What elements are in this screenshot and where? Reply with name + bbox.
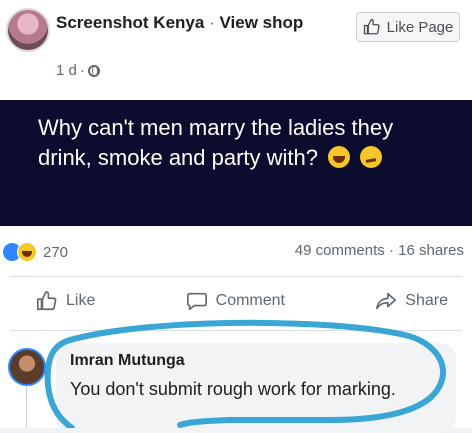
commenter-name[interactable]: Imran Mutunga [70,352,185,370]
post-card: Screenshot Kenya · View shop 1 d · Like … [0,0,472,433]
like-page-button[interactable]: Like Page [356,12,460,42]
like-page-label: Like Page [386,18,454,36]
view-shop-link[interactable]: View shop [219,13,303,32]
post-header: Screenshot Kenya · View shop [56,12,346,34]
thread-line [26,386,27,428]
post-stats: 49 comments · 16 shares [295,242,464,259]
reactions-summary[interactable]: 270 [2,242,68,262]
comment-label: Comment [215,292,285,309]
meta-separator: · [79,62,85,79]
share-icon [376,292,397,310]
thinking-face-icon [360,146,383,168]
divider-bottom [10,330,462,331]
post-time[interactable]: 1 d [56,62,77,79]
stats-separator: · [388,242,394,259]
haha-reaction-icon [17,242,37,262]
share-button[interactable]: Share [375,290,448,312]
reaction-count: 270 [43,243,69,261]
divider-top [10,276,462,277]
post-meta: 1 d · [56,62,100,79]
thumbs-up-icon [363,18,380,35]
share-label: Share [405,292,448,309]
globe-icon [87,64,100,77]
laughing-face-icon [328,146,351,168]
thumbs-up-icon [37,291,57,311]
commenter-avatar[interactable] [8,348,46,386]
comments-count-link[interactable]: 49 comments [295,242,385,259]
shares-count-link[interactable]: 16 shares [398,242,464,259]
page-avatar[interactable] [6,8,50,52]
post-body: Why can't men marry the ladies they drin… [38,113,448,173]
comment-text: You don't submit rough work for marking. [70,379,396,399]
comment-icon [186,292,207,311]
like-button[interactable]: Like [36,290,95,312]
comment-button[interactable]: Comment [186,290,285,312]
action-bar: Like Comment Share [0,290,472,312]
page-name-link[interactable]: Screenshot Kenya [56,13,204,32]
like-label: Like [66,292,96,309]
header-separator: · [209,13,215,32]
